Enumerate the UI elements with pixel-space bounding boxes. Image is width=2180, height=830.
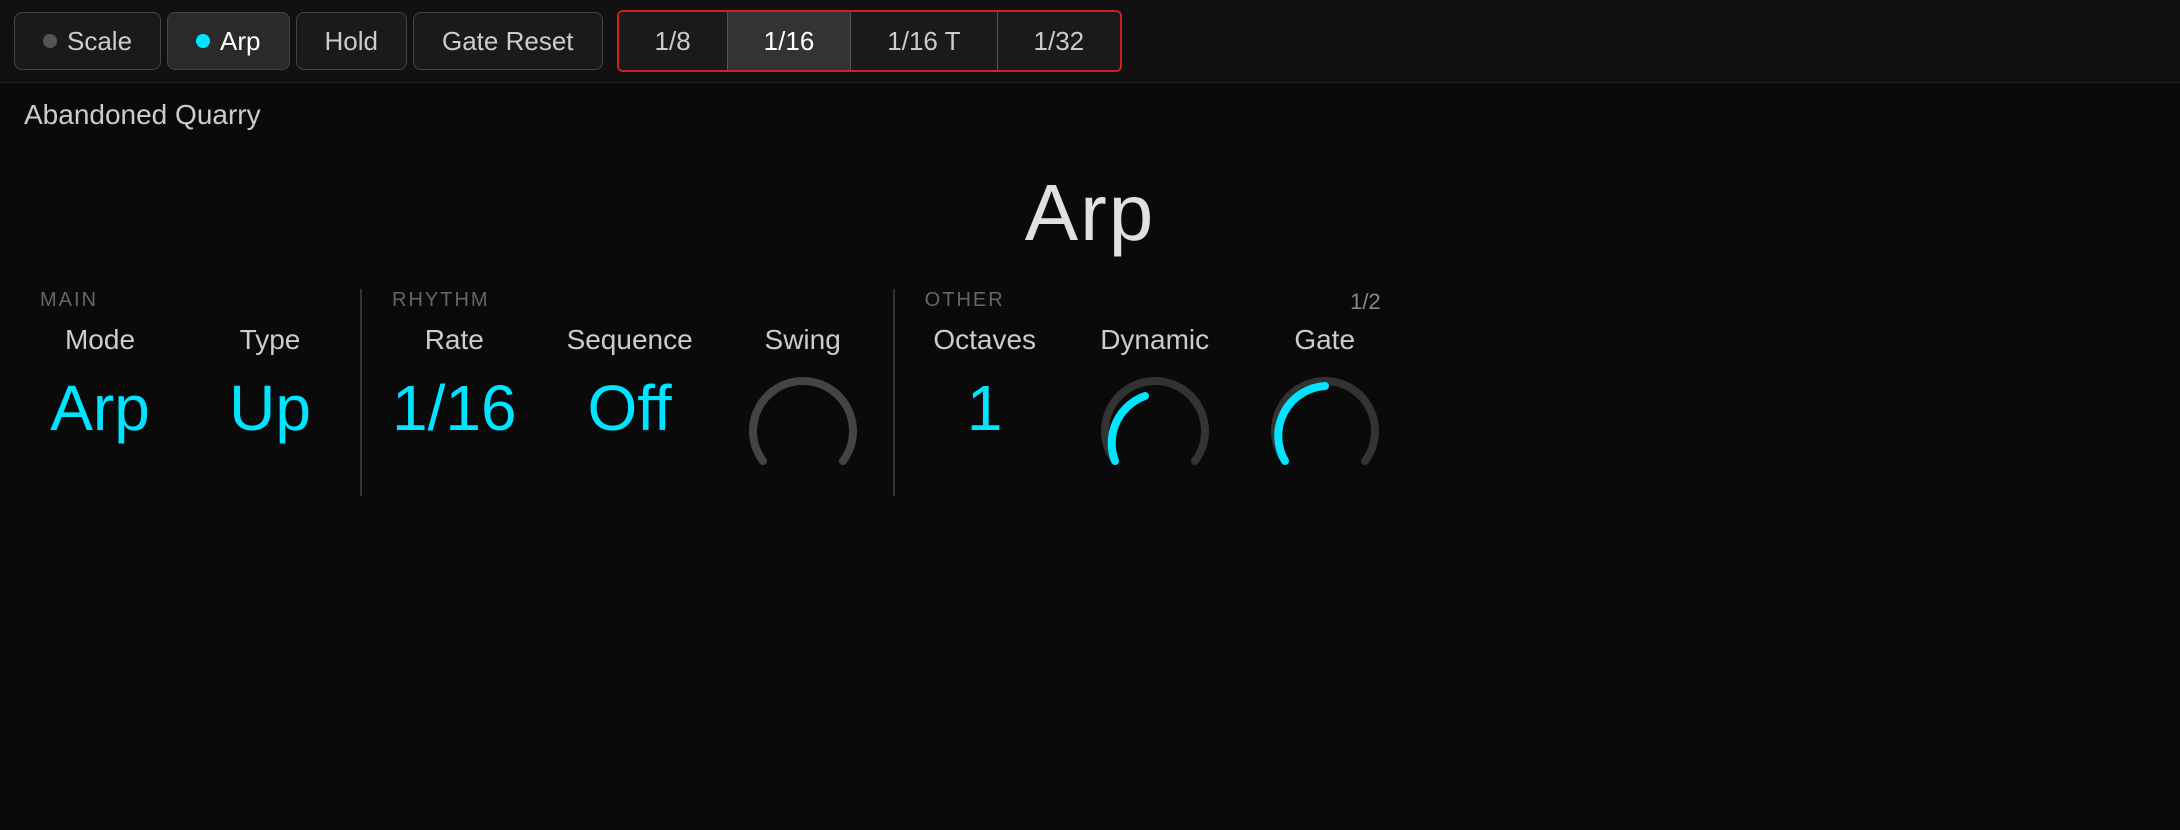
fraction-label: 1/2 — [1350, 289, 1381, 315]
mode-value[interactable]: Arp — [50, 376, 150, 440]
rate-1-16t-label: 1/16 T — [887, 26, 960, 56]
arp-button[interactable]: Arp — [167, 12, 289, 70]
rate-control: Rate 1/16 — [392, 324, 517, 440]
other-section-cols: Octaves 1 Dynamic Gate — [925, 324, 1385, 496]
gate-knob[interactable] — [1265, 376, 1385, 496]
main-section: MAIN Mode Arp Type Up — [20, 289, 350, 496]
other-section: 1/2 OTHER Octaves 1 Dynamic Gate — [905, 289, 1405, 496]
scale-dot — [43, 34, 57, 48]
sequence-label: Sequence — [567, 324, 693, 356]
arp-label: Arp — [220, 26, 260, 57]
rate-value[interactable]: 1/16 — [392, 376, 517, 440]
rate-label: Rate — [425, 324, 484, 356]
type-label: Type — [240, 324, 301, 356]
octaves-value[interactable]: 1 — [967, 376, 1003, 440]
rhythm-section: RHYTHM Rate 1/16 Sequence Off Swing — [372, 289, 883, 496]
dynamic-knob-svg — [1095, 376, 1215, 496]
dynamic-control: Dynamic — [1095, 324, 1215, 496]
octaves-label: Octaves — [933, 324, 1036, 356]
rate-1-8-button[interactable]: 1/8 — [619, 12, 727, 70]
swing-label: Swing — [765, 324, 841, 356]
sequence-control: Sequence Off — [567, 324, 693, 440]
scale-label: Scale — [67, 26, 132, 57]
sequence-value[interactable]: Off — [588, 376, 672, 440]
controls-area: MAIN Mode Arp Type Up RHYTHM Rate 1/16 S… — [0, 289, 2180, 496]
main-section-label: MAIN — [40, 289, 330, 312]
rate-1-16-button[interactable]: 1/16 — [727, 12, 851, 70]
other-section-label: OTHER — [925, 289, 1385, 312]
rate-1-32-button[interactable]: 1/32 — [997, 12, 1121, 70]
gate-reset-label: Gate Reset — [442, 26, 574, 57]
rate-1-8-label: 1/8 — [655, 26, 691, 56]
hold-label: Hold — [325, 26, 378, 57]
divider-1 — [360, 289, 362, 496]
octaves-control: Octaves 1 — [925, 324, 1045, 440]
rate-group: 1/8 1/16 1/16 T 1/32 — [617, 10, 1123, 72]
mode-control: Mode Arp — [40, 324, 160, 440]
rate-1-32-label: 1/32 — [1034, 26, 1085, 56]
main-section-cols: Mode Arp Type Up — [40, 324, 330, 440]
scale-button[interactable]: Scale — [14, 12, 161, 70]
gate-knob-svg — [1265, 376, 1385, 496]
swing-knob[interactable] — [743, 376, 863, 496]
swing-control: Swing — [743, 324, 863, 496]
mode-label: Mode — [65, 324, 135, 356]
rate-1-16t-button[interactable]: 1/16 T — [850, 12, 996, 70]
swing-knob-svg — [743, 376, 863, 496]
type-control: Type Up — [210, 324, 330, 440]
divider-2 — [893, 289, 895, 496]
gate-label: Gate — [1294, 324, 1355, 356]
dynamic-label: Dynamic — [1100, 324, 1209, 356]
gate-control: Gate — [1265, 324, 1385, 496]
top-bar: Scale Arp Hold Gate Reset 1/8 1/16 1/16 … — [0, 0, 2180, 83]
type-value[interactable]: Up — [229, 376, 311, 440]
main-title: Arp — [0, 137, 2180, 279]
rate-1-16-label: 1/16 — [764, 26, 815, 56]
dynamic-knob[interactable] — [1095, 376, 1215, 496]
arp-dot — [196, 34, 210, 48]
rhythm-section-label: RHYTHM — [392, 289, 863, 312]
preset-name: Abandoned Quarry — [0, 83, 2180, 137]
rhythm-section-cols: Rate 1/16 Sequence Off Swing — [392, 324, 863, 496]
gate-reset-button[interactable]: Gate Reset — [413, 12, 603, 70]
hold-button[interactable]: Hold — [296, 12, 407, 70]
